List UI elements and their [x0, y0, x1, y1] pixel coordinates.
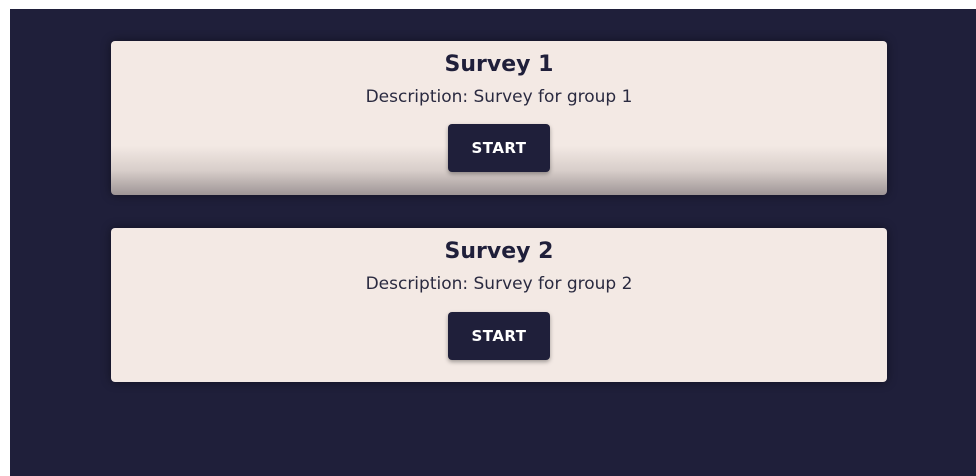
survey-list-panel: Survey 1 Description: Survey for group 1…	[10, 9, 976, 476]
start-survey-1-button[interactable]: START	[448, 124, 550, 172]
survey-card-1: Survey 1 Description: Survey for group 1…	[111, 41, 887, 195]
survey-title: Survey 2	[444, 239, 554, 264]
survey-description: Description: Survey for group 1	[365, 87, 633, 107]
survey-title: Survey 1	[444, 52, 554, 77]
start-survey-2-button[interactable]: START	[448, 312, 550, 360]
survey-description: Description: Survey for group 2	[365, 274, 633, 294]
survey-card-2: Survey 2 Description: Survey for group 2…	[111, 228, 887, 382]
